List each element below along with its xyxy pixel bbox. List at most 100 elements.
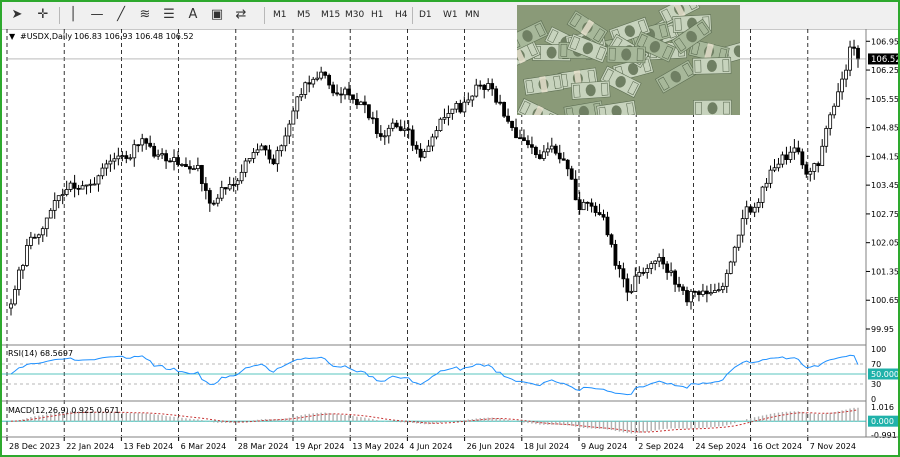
candlestick bbox=[530, 136, 534, 155]
candlestick bbox=[418, 143, 423, 162]
candlestick bbox=[804, 161, 809, 178]
candlestick bbox=[494, 85, 499, 105]
candlestick bbox=[593, 202, 598, 217]
horizontal-line-icon[interactable]: — bbox=[88, 6, 106, 24]
date-label: 18 Jul 2024 bbox=[524, 442, 569, 451]
candlestick bbox=[526, 135, 530, 149]
candlestick bbox=[327, 73, 332, 90]
candlestick bbox=[335, 84, 339, 97]
timeframe-h4-button[interactable]: H4 bbox=[392, 7, 411, 24]
date-label: 13 May 2024 bbox=[352, 442, 404, 451]
candlestick bbox=[800, 148, 805, 169]
candlestick bbox=[215, 194, 220, 207]
candlestick bbox=[359, 100, 363, 106]
ohlc-values: 106.83 106.93 106.48 106.52 bbox=[74, 32, 194, 41]
candlestick bbox=[148, 135, 153, 149]
cursor-icon[interactable]: ➤ bbox=[8, 6, 26, 24]
timeframe-mn-button[interactable]: MN bbox=[462, 7, 483, 24]
candlestick bbox=[569, 165, 574, 180]
candlestick bbox=[697, 290, 701, 302]
candlestick bbox=[152, 142, 157, 159]
candlestick bbox=[740, 209, 745, 243]
candlestick bbox=[394, 119, 399, 129]
candlestick bbox=[386, 124, 391, 144]
candlestick bbox=[788, 146, 793, 163]
candlestick bbox=[207, 187, 212, 212]
timeframe-m5-button[interactable]: M5 bbox=[294, 7, 314, 24]
timeframe-m1-button[interactable]: M1 bbox=[270, 7, 290, 24]
candlestick bbox=[844, 64, 848, 88]
text-icon[interactable]: A bbox=[184, 6, 202, 24]
candlestick bbox=[716, 282, 721, 293]
candlestick bbox=[434, 126, 439, 140]
fibonacci-icon[interactable]: ≋ bbox=[136, 6, 154, 24]
candlestick bbox=[629, 284, 634, 295]
fibonacci-fan-icon[interactable]: ☰ bbox=[160, 6, 178, 24]
candlestick bbox=[160, 148, 165, 159]
candlestick bbox=[40, 226, 45, 243]
candlestick bbox=[780, 151, 785, 168]
candlestick bbox=[808, 167, 813, 182]
timeframe-d1-button[interactable]: D1 bbox=[416, 7, 435, 24]
candlestick bbox=[557, 144, 562, 164]
candlestick bbox=[271, 154, 276, 166]
candlestick bbox=[136, 144, 141, 153]
candlestick bbox=[506, 108, 510, 124]
candlestick bbox=[382, 130, 387, 145]
candlestick bbox=[188, 160, 192, 174]
candlestick bbox=[828, 112, 833, 136]
chart-area[interactable]: 106.95 106.25 105.55 104.85 104.15 103.45 102.… bbox=[2, 29, 898, 455]
crosshair-icon[interactable]: ✛ bbox=[34, 6, 52, 24]
timeframe-w1-button[interactable]: W1 bbox=[440, 7, 461, 24]
rsi-scale-label: 70 bbox=[871, 360, 881, 369]
candlestick bbox=[319, 66, 324, 81]
candlestick bbox=[56, 195, 61, 209]
candlestick bbox=[661, 248, 666, 270]
candlestick bbox=[203, 176, 208, 200]
shapes-icon[interactable]: ⇄ bbox=[232, 6, 250, 24]
candlestick bbox=[247, 158, 252, 164]
candlestick bbox=[422, 148, 427, 159]
candlestick bbox=[669, 262, 674, 277]
candlestick bbox=[351, 94, 355, 104]
candlestick bbox=[744, 200, 749, 225]
candlestick bbox=[466, 92, 471, 106]
symbol-dropdown-icon[interactable]: ▼ bbox=[9, 32, 16, 41]
timeframe-m15-button[interactable]: M15 bbox=[318, 7, 343, 24]
candlestick bbox=[195, 157, 200, 172]
candlestick bbox=[486, 78, 491, 92]
price-tick-label: 106.95 bbox=[871, 37, 898, 46]
candlestick bbox=[454, 101, 459, 113]
candlestick bbox=[430, 133, 435, 152]
date-label: 24 Sep 2024 bbox=[695, 442, 746, 451]
candlestick bbox=[577, 191, 582, 215]
price-tick-label: 103.45 bbox=[871, 181, 898, 190]
candlestick bbox=[657, 253, 662, 268]
candlestick bbox=[88, 179, 93, 193]
candlestick bbox=[184, 157, 188, 167]
price-tick-label: 102.75 bbox=[871, 210, 898, 219]
price-tick-label: 99.95 bbox=[871, 325, 894, 334]
date-label: 4 Jun 2024 bbox=[409, 442, 452, 451]
candlestick bbox=[192, 165, 196, 171]
candlestick bbox=[279, 144, 284, 157]
candlestick bbox=[92, 177, 97, 186]
candlestick bbox=[132, 139, 137, 167]
candlestick bbox=[470, 95, 475, 107]
candlestick bbox=[561, 152, 566, 161]
candlestick bbox=[410, 125, 415, 152]
candlestick bbox=[17, 266, 21, 296]
macd-label: MACD(12,26,9) 0.925 0.671 bbox=[8, 406, 120, 415]
price-tick-label: 106.25 bbox=[871, 66, 898, 75]
timeframe-h1-button[interactable]: H1 bbox=[368, 7, 387, 24]
candlestick bbox=[13, 285, 17, 306]
vertical-line-icon[interactable]: │ bbox=[64, 6, 82, 24]
candlestick bbox=[96, 174, 101, 192]
trendline-icon[interactable]: ╱ bbox=[112, 6, 130, 24]
timeframe-m30-button[interactable]: M30 bbox=[342, 7, 367, 24]
text-label-icon[interactable]: ▣ bbox=[208, 6, 226, 24]
candlestick bbox=[605, 211, 610, 237]
candlestick bbox=[108, 154, 113, 172]
candlestick bbox=[32, 233, 37, 239]
candlestick bbox=[585, 201, 590, 211]
